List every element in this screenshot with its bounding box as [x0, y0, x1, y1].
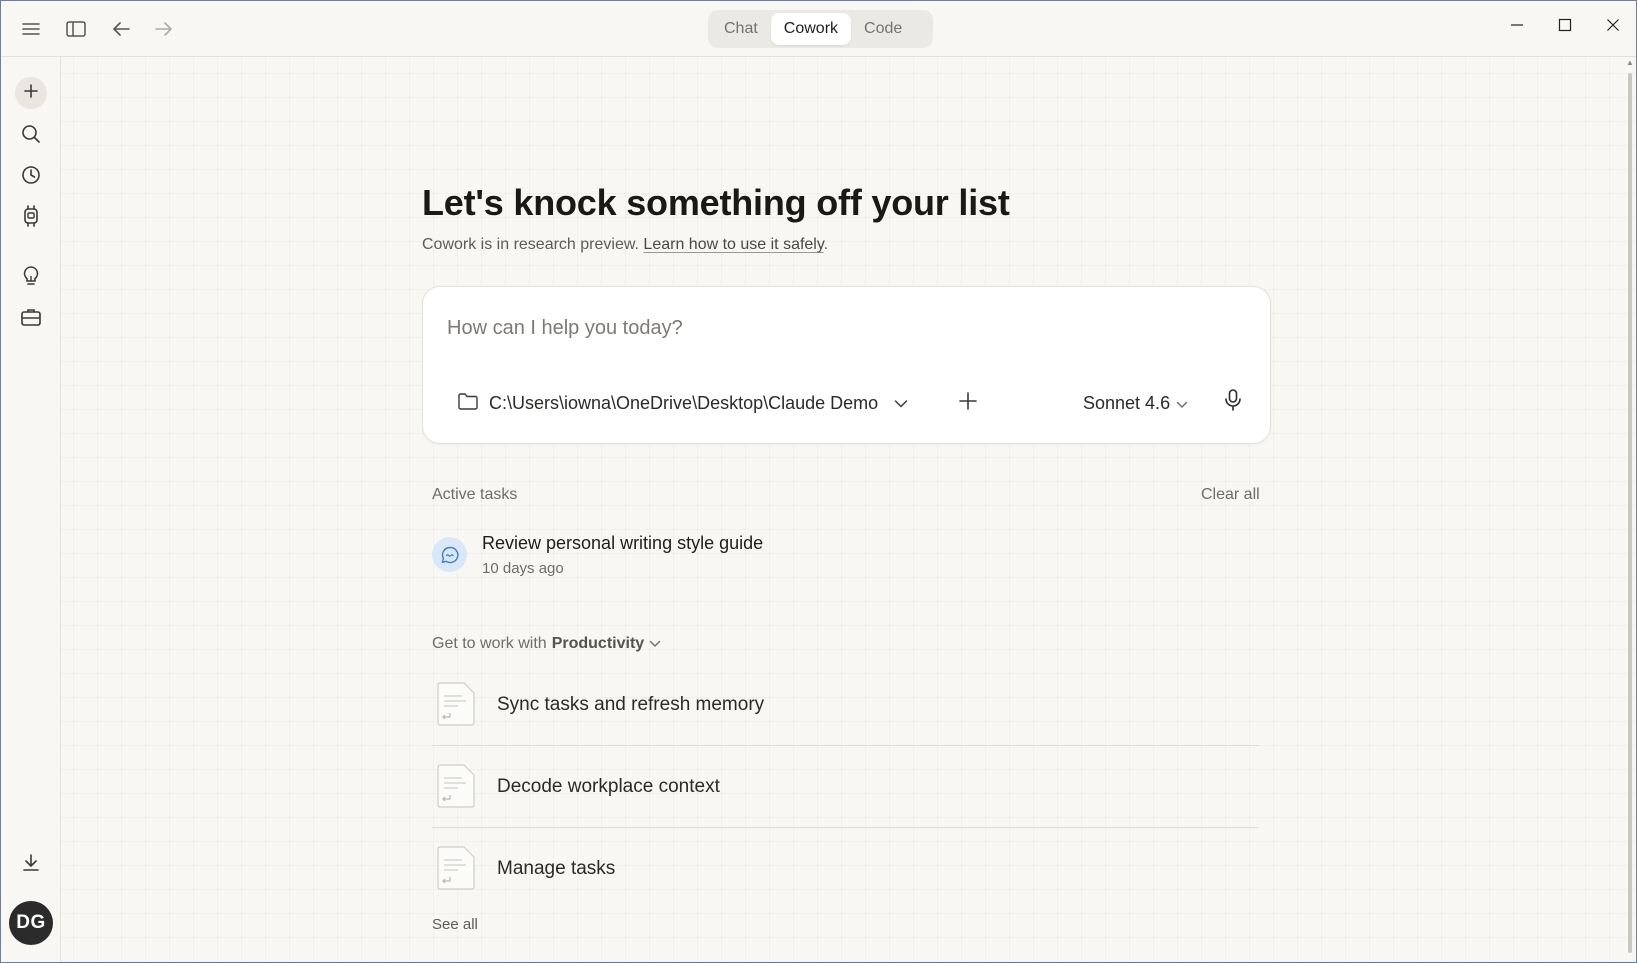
folder-icon	[457, 392, 479, 415]
history-clock-icon[interactable]	[15, 159, 47, 191]
model-selector[interactable]: Sonnet 4.6	[1083, 389, 1188, 417]
microphone-button[interactable]	[1218, 387, 1248, 417]
plus-icon	[23, 83, 39, 104]
back-arrow-icon[interactable]	[106, 15, 136, 43]
chevron-down-icon	[894, 393, 908, 414]
toolbox-icon[interactable]	[15, 301, 47, 333]
avatar[interactable]: DG	[9, 901, 53, 945]
forward-arrow-icon[interactable]	[149, 15, 179, 43]
page-title: Let's knock something off your list	[422, 182, 1010, 223]
suggestion-item[interactable]: Manage tasks	[432, 830, 1259, 910]
preview-notice-text: Cowork is in research preview.	[422, 236, 639, 253]
prompt-input[interactable]	[447, 313, 1227, 343]
active-tasks-heading: Active tasks	[432, 486, 518, 503]
scheduled-tasks-icon[interactable]	[15, 200, 47, 232]
scroll-up-icon[interactable]: ▲	[1626, 59, 1634, 67]
tab-cowork[interactable]: Cowork	[770, 13, 852, 45]
preview-notice: Cowork is in research preview. Learn how…	[422, 236, 828, 254]
chat-bubble-icon	[432, 537, 467, 572]
scroll-thumb[interactable]	[1628, 73, 1632, 953]
mode-switcher: Chat Cowork Code	[708, 10, 933, 48]
learn-safely-link[interactable]: Learn how to use it safely	[643, 236, 823, 253]
task-title: Review personal writing style guide	[482, 533, 764, 553]
clear-all-button[interactable]: Clear all	[1201, 486, 1260, 504]
document-icon	[436, 764, 476, 808]
task-timestamp: 10 days ago	[482, 560, 564, 577]
composer: C:\Users\iowna\OneDrive\Desktop\Claude D…	[422, 286, 1271, 444]
plugin-prefix: Get to work with	[432, 635, 547, 652]
document-icon	[436, 846, 476, 890]
preview-notice-period: .	[823, 236, 829, 253]
folder-path: C:\Users\iowna\OneDrive\Desktop\Claude D…	[489, 392, 879, 413]
chevron-down-icon	[649, 635, 661, 653]
plugin-name: Productivity	[551, 635, 645, 652]
model-name: Sonnet 4.6	[1083, 392, 1171, 413]
maximize-icon[interactable]	[1547, 11, 1583, 39]
suggestion-label: Decode workplace context	[497, 776, 720, 797]
search-icon[interactable]	[15, 118, 47, 150]
plugin-selector[interactable]: Get to work with Productivity	[432, 635, 661, 653]
active-task-item[interactable]: Review personal writing style guide 10 d…	[432, 533, 1212, 581]
left-rail: DG	[1, 57, 61, 962]
scrollbar[interactable]: ▲	[1626, 59, 1634, 962]
tab-code[interactable]: Code	[851, 13, 915, 45]
suggestion-item[interactable]: Sync tasks and refresh memory	[432, 666, 1259, 746]
folder-picker[interactable]: C:\Users\iowna\OneDrive\Desktop\Claude D…	[457, 389, 908, 417]
menu-icon[interactable]	[16, 15, 46, 43]
new-task-button[interactable]	[15, 77, 47, 109]
lightbulb-icon[interactable]	[15, 260, 47, 292]
suggestion-item[interactable]: Decode workplace context	[432, 748, 1259, 828]
suggestion-label: Manage tasks	[497, 858, 616, 879]
plus-icon	[958, 391, 978, 416]
download-icon[interactable]	[15, 847, 47, 879]
add-attachment-button[interactable]	[953, 388, 983, 418]
tab-chat[interactable]: Chat	[711, 13, 771, 45]
sidebar-toggle-icon[interactable]	[61, 15, 91, 43]
app-window: Chat Cowork Code DG ▲ Let's knock someth…	[0, 0, 1637, 963]
minimize-icon[interactable]	[1499, 11, 1535, 39]
chevron-down-icon	[1176, 393, 1188, 414]
document-icon	[436, 682, 476, 726]
close-icon[interactable]	[1595, 11, 1631, 39]
microphone-icon	[1224, 388, 1242, 417]
title-bar: Chat Cowork Code	[1, 1, 1636, 57]
suggestion-label: Sync tasks and refresh memory	[497, 694, 765, 715]
see-all-link[interactable]: See all	[432, 916, 478, 933]
